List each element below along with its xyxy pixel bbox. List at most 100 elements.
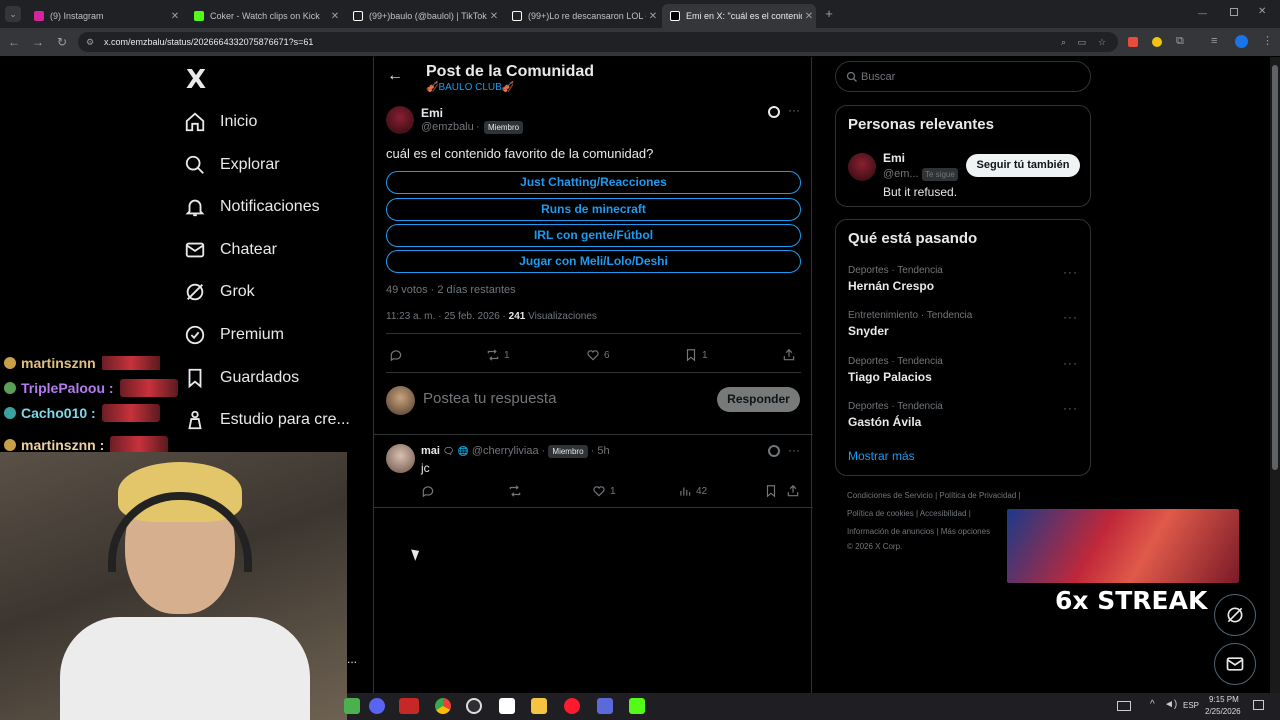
notification-icon[interactable] [1253,700,1264,710]
poll-option[interactable]: Jugar con Meli/Lolo/Deshi [386,250,801,273]
browser-tab-instagram[interactable]: (9) Instagram ✕ [26,4,182,28]
more-options-icon[interactable]: ··· [1063,310,1078,324]
bookmark-button[interactable] [764,484,782,498]
chrome-icon[interactable] [435,698,451,714]
url-input[interactable]: ⚙ x.com/emzbalu/status/20266643320758766… [78,32,1118,52]
new-tab-button[interactable]: + [822,6,836,22]
x-logo[interactable]: X [186,65,206,95]
zoom-icon[interactable]: ⌕ [1061,32,1066,52]
nav-grok[interactable]: Grok [184,277,255,307]
taskbar-date[interactable]: 2/25/2026 [1205,707,1241,716]
discord-icon[interactable] [369,698,385,714]
footer-link[interactable]: Accesibilidad [920,509,967,518]
reload-icon[interactable]: ↻ [54,34,70,50]
poll-option[interactable]: Just Chatting/Reacciones [386,171,801,194]
avatar[interactable] [386,106,414,134]
volume-icon[interactable]: ◄) [1164,699,1177,710]
browser-tab-tiktok-profile[interactable]: (99+)baulo (@baulol) | TikTok ✕ [345,4,501,28]
poll-option[interactable]: Runs de minecraft [386,198,801,221]
extension-icon[interactable] [1128,37,1138,47]
close-tab-icon[interactable]: ✕ [646,11,660,22]
relevant-name[interactable]: Emi [883,151,905,165]
poll-option[interactable]: IRL con gente/Fútbol [386,224,801,247]
tray-chevron-icon[interactable]: ^ [1150,699,1155,710]
more-options-icon[interactable]: ··· [1063,401,1078,415]
scrollbar-thumb[interactable] [1272,65,1278,470]
grok-floating-button[interactable] [1214,594,1256,636]
more-options-icon[interactable]: ··· [788,443,800,457]
footer-link[interactable]: Información de anuncios [847,527,934,536]
show-more-link[interactable]: Mostrar más [848,449,915,463]
more-options-icon[interactable]: ··· [1063,265,1078,279]
community-link[interactable]: 🎻BAULO CLUB🎻 [426,82,514,93]
footer-link[interactable]: Política de cookies [847,509,914,518]
reply-age[interactable]: 5h [597,445,609,457]
retweet-button[interactable] [508,484,526,498]
trend-item[interactable]: Deportes · Tendencia Tiago Palacios [848,356,943,384]
minimize-icon[interactable]: — [1198,8,1207,18]
close-tab-icon[interactable]: ✕ [487,11,501,22]
tab-list-dropdown[interactable]: ⌄ [5,6,21,22]
like-button[interactable]: 1 [592,484,616,498]
footer-link[interactable]: Política de Privacidad [939,491,1016,500]
relevant-handle[interactable]: @em... [883,168,919,180]
back-arrow-icon[interactable]: ← [387,67,403,85]
post-author-handle[interactable]: @emzbalu [421,121,474,133]
grok-icon[interactable] [768,106,780,118]
language-indicator[interactable]: ESP [1183,701,1199,710]
extensions-puzzle-icon[interactable]: ⧉ [1176,35,1184,48]
close-window-icon[interactable]: ✕ [1258,6,1266,17]
more-options-icon[interactable]: ··· [788,103,800,117]
bookmark-star-icon[interactable]: ☆ [1098,32,1106,52]
footer-link[interactable]: Más opciones [941,527,990,536]
browser-tab-x-post[interactable]: Emi en X: "cuál es el contenido ✕ [662,4,816,28]
app-icon[interactable] [499,698,515,714]
reply-submit-button[interactable]: Responder [717,387,800,412]
profile-avatar[interactable] [1235,35,1248,48]
opera-icon[interactable] [564,698,580,714]
more-options-icon[interactable]: ··· [1063,356,1078,370]
forward-icon[interactable]: → [30,34,46,50]
follow-back-button[interactable]: Seguir tú también [966,154,1080,177]
nav-bookmarks[interactable]: Guardados [184,363,299,393]
post-time[interactable]: 11:23 a. m. · 25 feb. 2026 · [386,311,506,322]
retweet-button[interactable]: 1 [486,348,510,362]
nav-explore[interactable]: Explorar [184,150,280,180]
grok-icon[interactable] [768,445,780,457]
share-button[interactable] [786,484,804,498]
extension-icon[interactable] [1152,37,1162,47]
trend-item[interactable]: Deportes · Tendencia Hernán Crespo [848,265,943,293]
close-tab-icon[interactable]: ✕ [328,11,342,22]
footer-link[interactable]: Condiciones de Servicio [847,491,933,500]
nav-premium[interactable]: Premium [184,320,284,350]
share-button[interactable] [782,348,800,362]
folder-icon[interactable] [531,698,547,714]
keyboard-icon[interactable] [1117,701,1131,711]
app-icon[interactable] [597,698,613,714]
page-scrollbar[interactable] [1270,57,1280,693]
obs-icon[interactable] [466,698,482,714]
nav-messages[interactable]: Chatear [184,235,277,265]
reply-author-name[interactable]: mai [421,445,440,457]
post-author-name[interactable]: Emi [421,106,443,120]
cast-icon[interactable]: ▭ [1077,32,1086,52]
app-icon[interactable] [344,698,360,714]
nav-home[interactable]: Inicio [184,107,257,137]
search-input[interactable]: Buscar [861,71,895,83]
nav-notifications[interactable]: Notificaciones [184,192,320,222]
like-button[interactable]: 6 [586,348,610,362]
close-tab-icon[interactable]: ✕ [802,11,816,22]
app-icon[interactable] [399,698,419,714]
close-tab-icon[interactable]: ✕ [168,11,182,22]
browser-menu-icon[interactable]: ⋮ [1262,34,1273,47]
restore-icon[interactable] [1230,8,1238,16]
browser-tab-tiktok-video[interactable]: (99+)Lo re descansaron LOL # ✕ [504,4,660,28]
reading-list-icon[interactable]: ≡ [1211,35,1217,47]
taskbar-time[interactable]: 9:15 PM [1209,695,1239,704]
trend-item[interactable]: Deportes · Tendencia Gastón Ávila [848,401,943,429]
browser-tab-kick[interactable]: Coker - Watch clips on Kick ✕ [186,4,342,28]
reply-button[interactable] [421,484,439,498]
messages-floating-button[interactable] [1214,643,1256,685]
search-field[interactable]: Buscar [835,61,1091,92]
back-icon[interactable]: ← [6,34,22,50]
